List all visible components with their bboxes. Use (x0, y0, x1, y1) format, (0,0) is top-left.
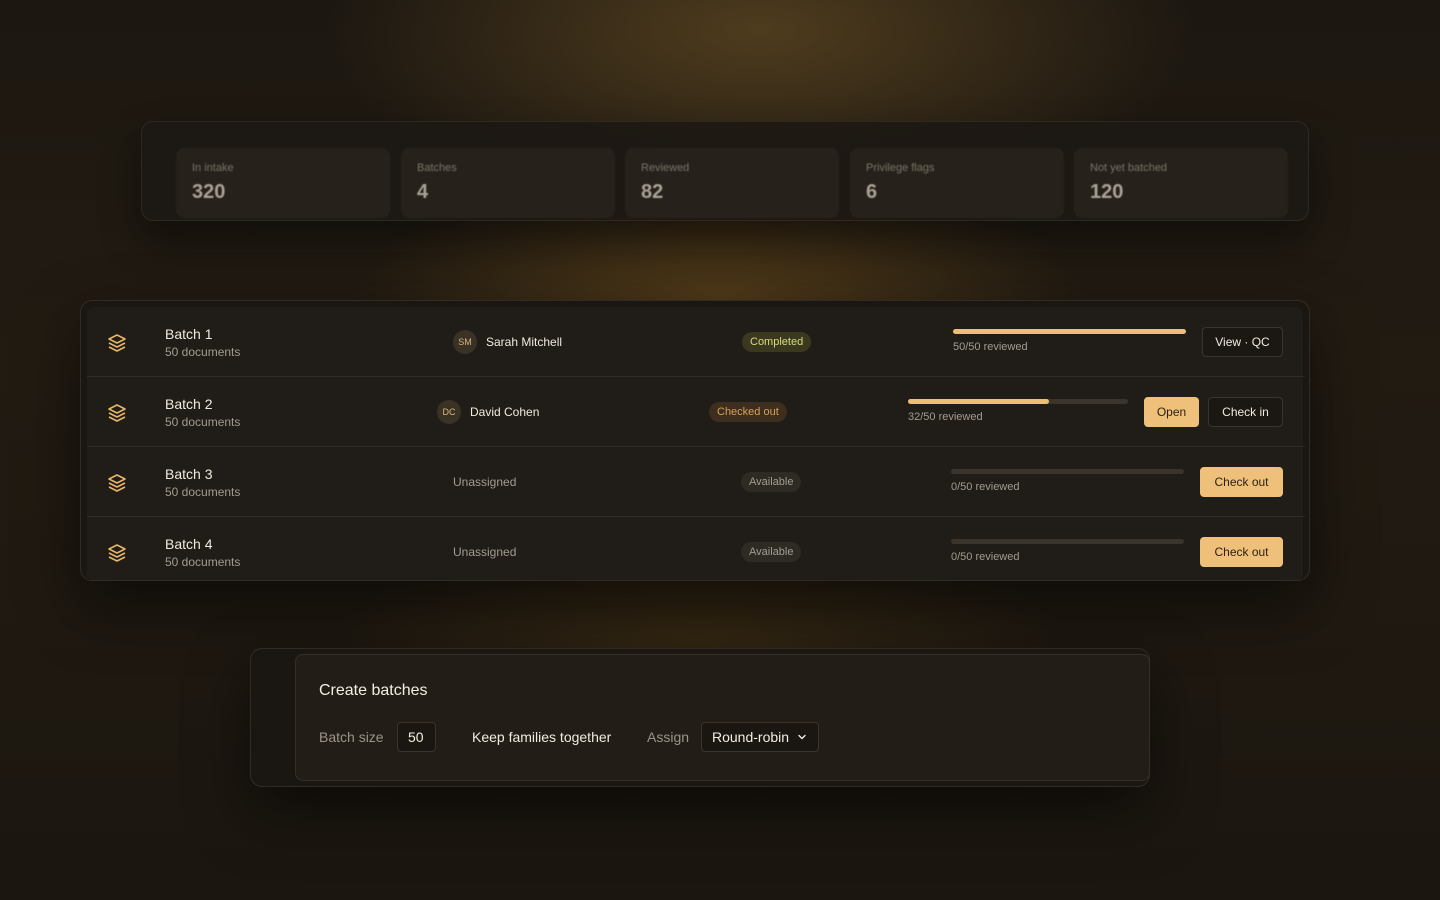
stat-label: Not yet batched (1090, 162, 1168, 174)
check-out-button[interactable]: Check out (1200, 467, 1283, 497)
progress-text: 0/50 reviewed (951, 481, 1020, 493)
status-badge: Completed (742, 332, 812, 352)
batches-list: Batch 1 50 documents SM Sarah Mitchell C… (87, 307, 1305, 580)
batch-row: Batch 4 50 documents Unassigned Availabl… (87, 517, 1305, 587)
batch-doc-count: 50 documents (165, 555, 241, 569)
batch-name: Batch 1 (165, 326, 213, 342)
progress-bar (951, 469, 1184, 474)
layers-icon (108, 474, 126, 492)
layers-icon (108, 544, 126, 562)
create-batches-form: Create batches Batch size 50 Keep famili… (295, 654, 1150, 781)
stat-label: Batches (417, 162, 457, 174)
open-button[interactable]: Open (1144, 397, 1199, 427)
progress-bar (951, 539, 1184, 544)
assignee-name: Unassigned (453, 475, 517, 489)
progress-fill (953, 329, 1186, 334)
status-badge: Checked out (709, 402, 787, 422)
progress-bar (908, 399, 1128, 404)
keep-families-toggle[interactable]: Keep families together (472, 729, 611, 745)
stat-card-reviewed: Reviewed 82 (625, 148, 839, 218)
progress-fill (908, 399, 1049, 404)
chevron-down-icon (798, 734, 806, 740)
view-qc-button[interactable]: View · QC (1202, 327, 1283, 357)
stat-card-in-intake: In intake 320 (176, 148, 390, 218)
assign-label: Assign (647, 729, 690, 745)
batch-row: Batch 2 50 documents DC David Cohen Chec… (87, 377, 1305, 447)
batch-row: Batch 1 50 documents SM Sarah Mitchell C… (87, 307, 1305, 377)
batch-doc-count: 50 documents (165, 485, 241, 499)
assignee-name: Unassigned (453, 545, 517, 559)
batch-size-input[interactable]: 50 (397, 722, 436, 752)
create-batches-panel: Create batches Batch size 50 Keep famili… (250, 648, 1150, 787)
assignee-name: David Cohen (470, 405, 540, 419)
batch-row: Batch 3 50 documents Unassigned Availabl… (87, 447, 1305, 517)
assignee-name: Sarah Mitchell (486, 335, 563, 349)
avatar: DC (437, 400, 461, 424)
batch-size-label: Batch size (319, 729, 384, 745)
assign-select-value: Round-robin (712, 729, 790, 745)
progress-bar (953, 329, 1186, 334)
stat-value: 320 (192, 181, 226, 203)
stat-label: Privilege flags (866, 162, 935, 174)
create-batches-title: Create batches (319, 682, 428, 699)
assign-select[interactable]: Round-robin (701, 722, 819, 752)
check-out-button[interactable]: Check out (1200, 537, 1283, 567)
batch-doc-count: 50 documents (165, 415, 241, 429)
progress-text: 0/50 reviewed (951, 551, 1020, 563)
stats-panel: In intake 320 Batches 4 Reviewed 82 Priv… (141, 121, 1309, 221)
stat-card-privilege-flags: Privilege flags 6 (850, 148, 1064, 218)
layers-icon (108, 334, 126, 352)
stat-value: 120 (1090, 181, 1124, 203)
status-badge: Available (741, 542, 802, 562)
batch-doc-count: 50 documents (165, 345, 241, 359)
progress-text: 50/50 reviewed (953, 341, 1028, 353)
progress-text: 32/50 reviewed (908, 411, 983, 423)
stat-card-batches: Batches 4 (401, 148, 615, 218)
stat-value: 6 (866, 181, 878, 203)
batch-name: Batch 4 (165, 536, 213, 552)
stat-card-not-yet-batched: Not yet batched 120 (1074, 148, 1288, 218)
layers-icon (108, 404, 126, 422)
check-in-button[interactable]: Check in (1208, 397, 1283, 427)
stat-label: In intake (192, 162, 234, 174)
batch-name: Batch 2 (165, 396, 213, 412)
avatar: SM (453, 330, 477, 354)
batches-panel: Batch 1 50 documents SM Sarah Mitchell C… (80, 300, 1310, 581)
batch-name: Batch 3 (165, 466, 213, 482)
stat-label: Reviewed (641, 162, 690, 174)
stat-value: 82 (641, 181, 664, 203)
stat-value: 4 (417, 181, 429, 203)
status-badge: Available (741, 472, 802, 492)
